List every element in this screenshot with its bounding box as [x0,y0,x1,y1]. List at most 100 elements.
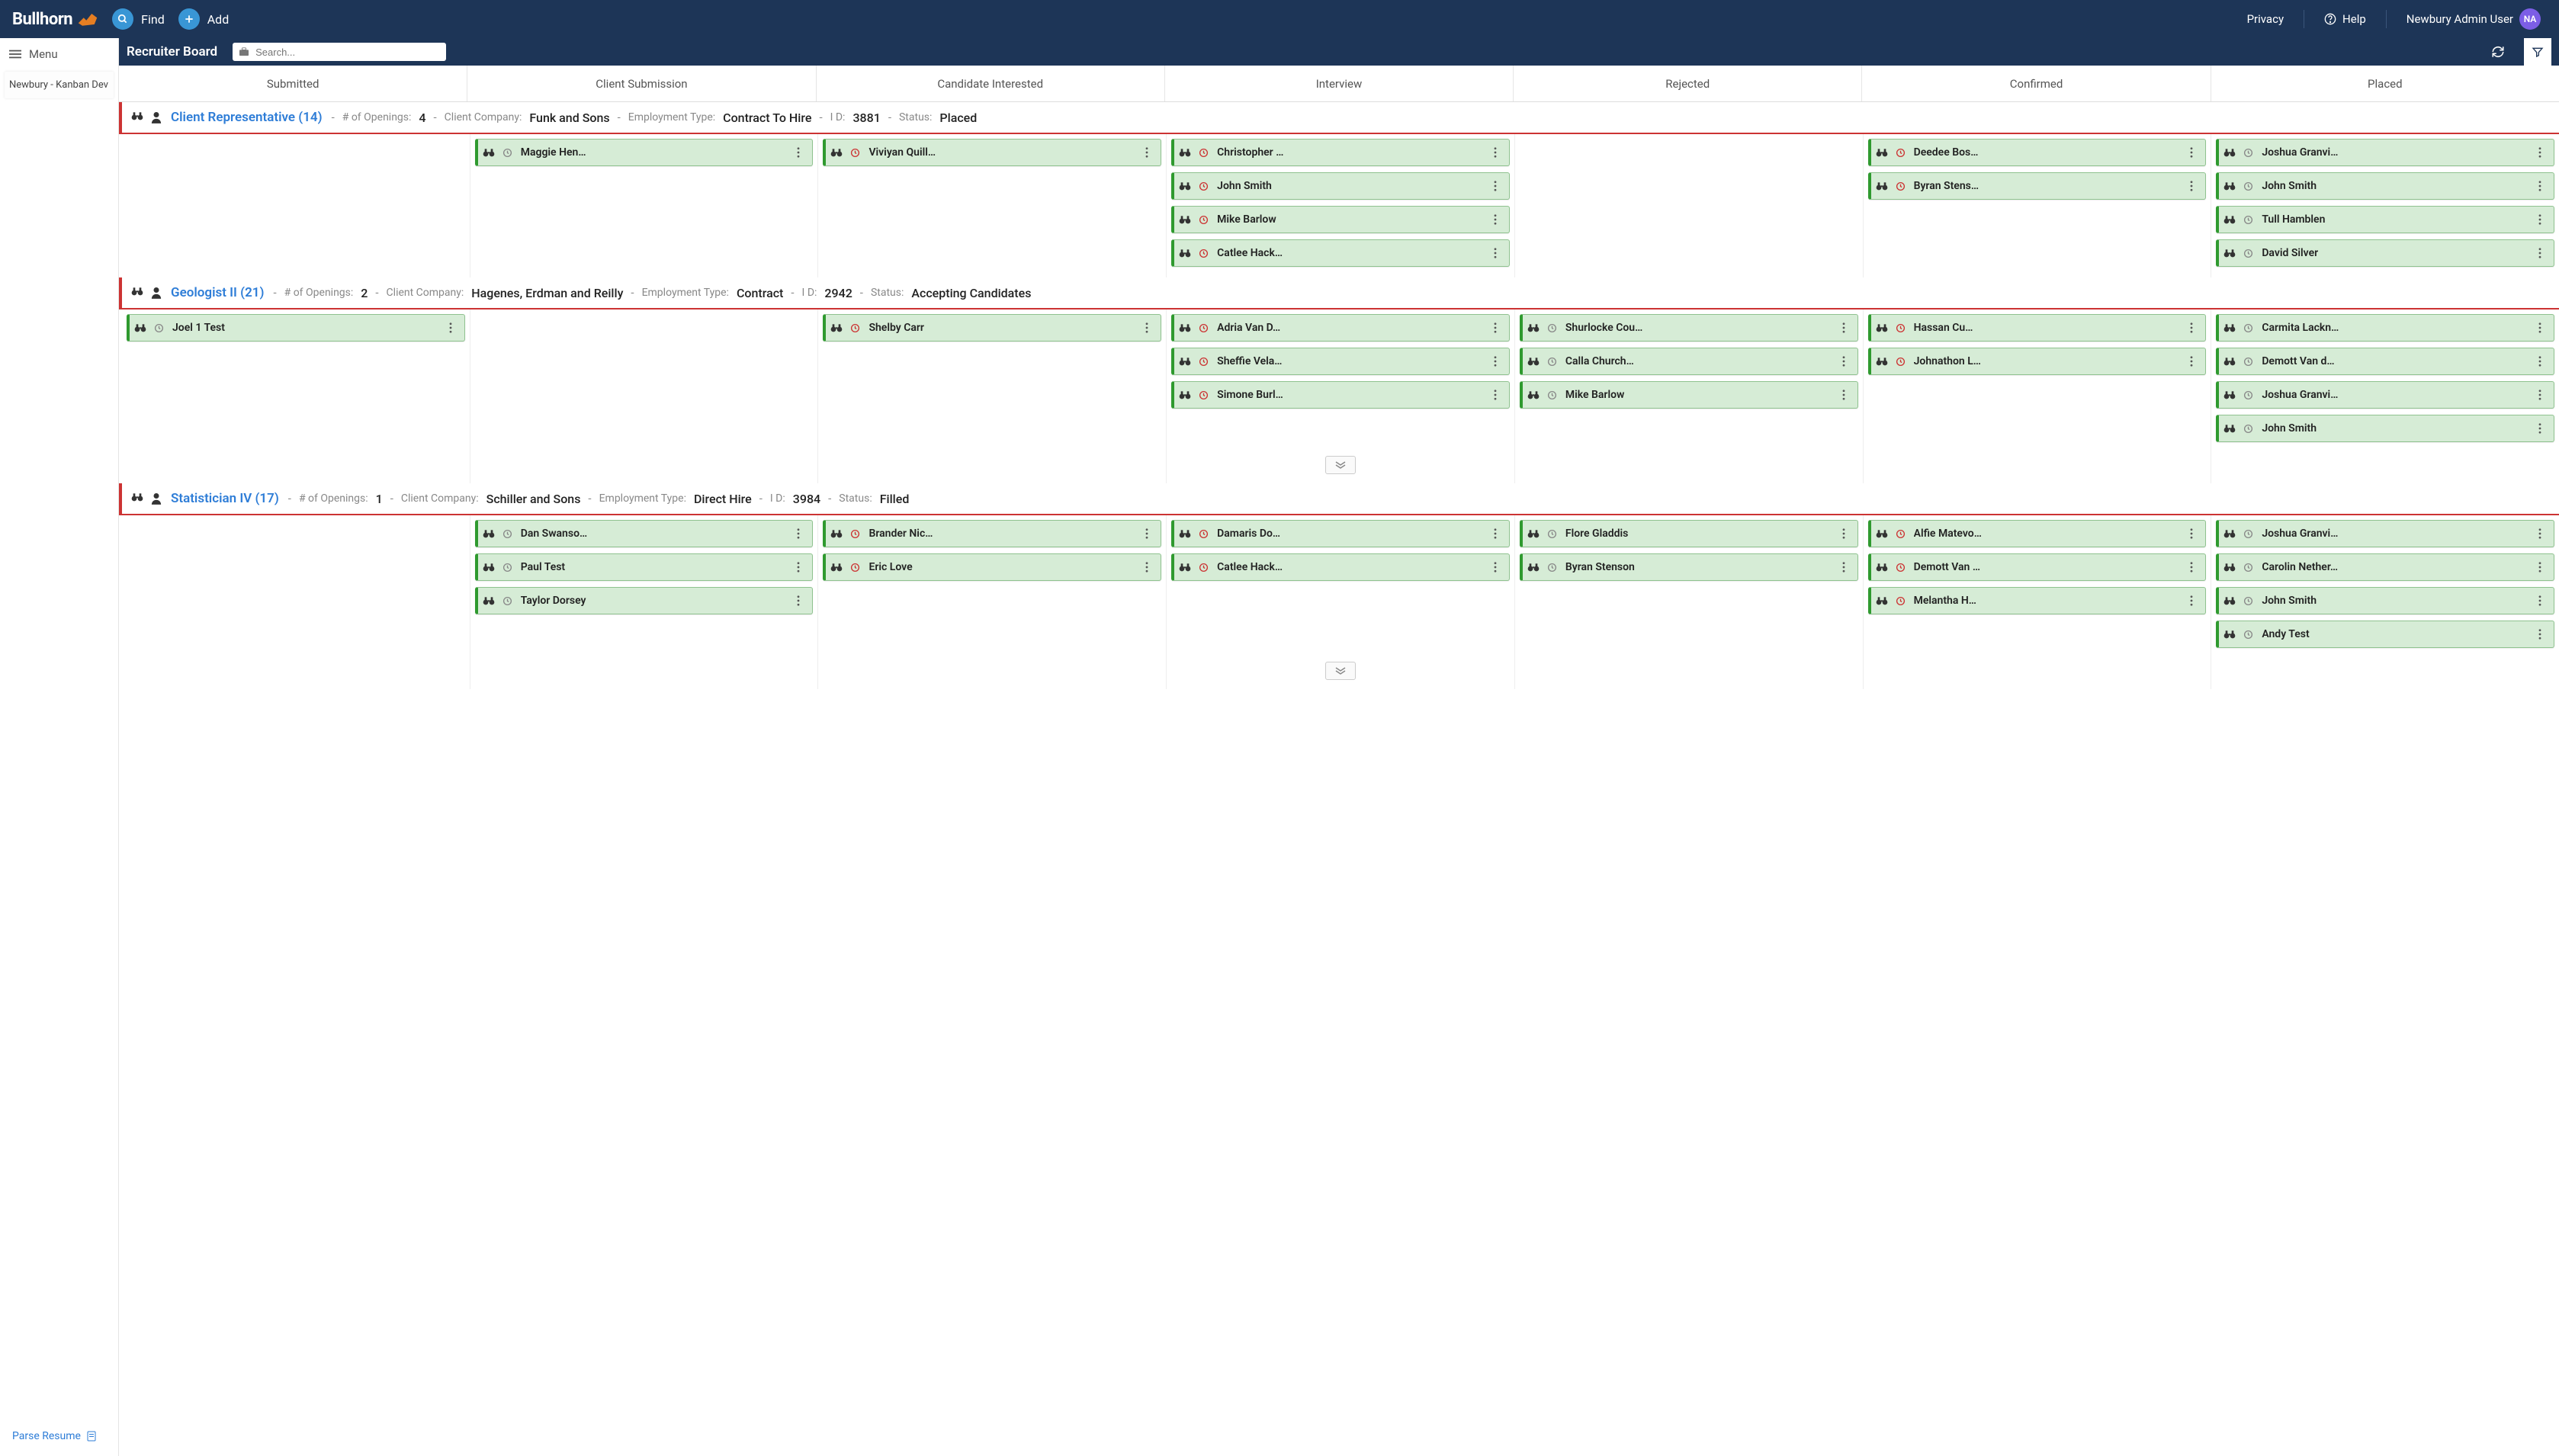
card-menu[interactable] [2538,147,2549,158]
candidate-card[interactable]: Maggie Hen… [475,139,814,166]
candidate-card[interactable]: Shurlocke Cou… [1520,314,1858,342]
candidate-card[interactable]: Andy Test [2216,621,2554,648]
card-menu[interactable] [2538,562,2549,572]
candidate-card[interactable]: Damaris Do… [1171,520,1510,547]
candidate-card[interactable]: Dan Swanso… [475,520,814,547]
card-menu[interactable] [1494,147,1504,158]
privacy-link[interactable]: Privacy [2241,12,2290,26]
binoculars-icon[interactable] [2223,390,2236,399]
card-menu[interactable] [1842,322,1853,333]
candidate-card[interactable]: Hassan Cu… [1868,314,2207,342]
user-menu[interactable]: Newbury Admin User NA [2400,8,2547,30]
candidate-card[interactable]: Mike Barlow [1520,381,1858,409]
lane-title[interactable]: Statistician IV (17) [171,491,279,506]
binoculars-icon[interactable] [830,529,843,538]
lane-cell[interactable]: Alfie Matevo…Demott Van …Melantha H… [1864,515,2212,659]
person-icon[interactable] [151,287,162,299]
binoculars-icon[interactable] [2223,529,2236,538]
lane-cell[interactable]: Joshua Granvi…Carolin Nether…John SmithA… [2211,515,2559,659]
card-menu[interactable] [2538,356,2549,367]
card-menu[interactable] [1494,322,1504,333]
binoculars-icon[interactable] [2223,323,2236,332]
card-menu[interactable] [1145,322,1156,333]
card-menu[interactable] [2190,147,2201,158]
card-menu[interactable] [2538,595,2549,606]
card-menu[interactable] [1494,528,1504,539]
parse-resume-link[interactable]: Parse Resume [12,1430,106,1442]
binoculars-icon[interactable] [2223,357,2236,366]
binoculars-icon[interactable] [1876,148,1888,157]
lane-cell[interactable]: Brander Nic…Eric Love [818,515,1167,659]
binoculars-icon[interactable] [1179,249,1191,258]
binoculars-icon[interactable] [1876,357,1888,366]
card-menu[interactable] [1494,181,1504,191]
candidate-card[interactable]: Byran Stens… [1868,172,2207,200]
add-button[interactable]: Add [178,8,229,30]
card-menu[interactable] [797,147,808,158]
candidate-card[interactable]: Eric Love [823,553,1161,581]
lane-title[interactable]: Geologist II (21) [171,285,264,300]
card-menu[interactable] [1842,390,1853,400]
card-menu[interactable] [1145,147,1156,158]
candidate-card[interactable]: Joshua Granvi… [2216,520,2554,547]
candidate-card[interactable]: Calla Church… [1520,348,1858,375]
binoculars-icon[interactable] [2223,596,2236,605]
binoculars-icon[interactable] [1876,529,1888,538]
binoculars-icon[interactable] [1527,357,1540,366]
candidate-card[interactable]: Simone Burl… [1171,381,1510,409]
candidate-card[interactable]: Shelby Carr [823,314,1161,342]
binoculars-icon[interactable] [2223,563,2236,572]
candidate-card[interactable]: John Smith [1171,172,1510,200]
column-header[interactable]: Confirmed [1862,66,2211,101]
card-menu[interactable] [2538,181,2549,191]
candidate-card[interactable]: Paul Test [475,553,814,581]
binoculars-icon[interactable] [131,492,143,505]
candidate-card[interactable]: Catlee Hack… [1171,553,1510,581]
card-menu[interactable] [1145,528,1156,539]
lane-cell[interactable]: Flore GladdisByran Stenson [1515,515,1864,659]
candidate-card[interactable]: Alfie Matevo… [1868,520,2207,547]
lane-header[interactable]: Statistician IV (17)-# of Openings: 1 -C… [119,483,2559,515]
candidate-card[interactable]: Sheffie Vela… [1171,348,1510,375]
card-menu[interactable] [797,595,808,606]
binoculars-icon[interactable] [131,287,143,299]
column-header[interactable]: Placed [2211,66,2559,101]
candidate-card[interactable]: John Smith [2216,415,2554,442]
search-input[interactable] [255,47,440,58]
search-box[interactable] [233,43,446,61]
candidate-card[interactable]: Mike Barlow [1171,206,1510,233]
card-menu[interactable] [1494,356,1504,367]
lane-cell[interactable] [122,515,470,659]
lane-cell[interactable]: Shurlocke Cou… Calla Church… Mike Barlow [1515,309,1864,453]
card-menu[interactable] [1494,390,1504,400]
card-menu[interactable] [1842,356,1853,367]
binoculars-icon[interactable] [1179,529,1191,538]
binoculars-icon[interactable] [483,596,495,605]
refresh-button[interactable] [2487,38,2509,66]
card-menu[interactable] [2190,356,2201,367]
candidate-card[interactable]: Christopher … [1171,139,1510,166]
lane-cell[interactable]: Christopher …John SmithMike BarlowCatlee… [1167,134,1515,277]
card-menu[interactable] [2538,248,2549,258]
filter-button[interactable] [2524,38,2551,66]
lane-cell[interactable]: Shelby Carr [818,309,1167,453]
lane-cell[interactable]: Maggie Hen… [470,134,819,277]
candidate-card[interactable]: Joel 1 Test [127,314,465,342]
lane-header[interactable]: Client Representative (14)-# of Openings… [119,102,2559,134]
lane-cell[interactable]: Joshua Granvi…John SmithTull HamblenDavi… [2211,134,2559,277]
card-menu[interactable] [449,322,460,333]
candidate-card[interactable]: Tull Hamblen [2216,206,2554,233]
card-menu[interactable] [2538,214,2549,225]
lane-cell[interactable]: Adria Van D…Sheffie Vela…Simone Burl… [1167,309,1515,453]
binoculars-icon[interactable] [830,148,843,157]
card-menu[interactable] [1145,562,1156,572]
binoculars-icon[interactable] [483,529,495,538]
binoculars-icon[interactable] [134,323,146,332]
lane-cell[interactable] [122,134,470,277]
card-menu[interactable] [2190,562,2201,572]
column-header[interactable]: Interview [1165,66,1514,101]
lane-cell[interactable]: Hassan Cu…Johnathon L… [1864,309,2212,453]
lane-cell[interactable]: Dan Swanso…Paul TestTaylor Dorsey [470,515,819,659]
person-icon[interactable] [151,492,162,505]
binoculars-icon[interactable] [1527,390,1540,399]
